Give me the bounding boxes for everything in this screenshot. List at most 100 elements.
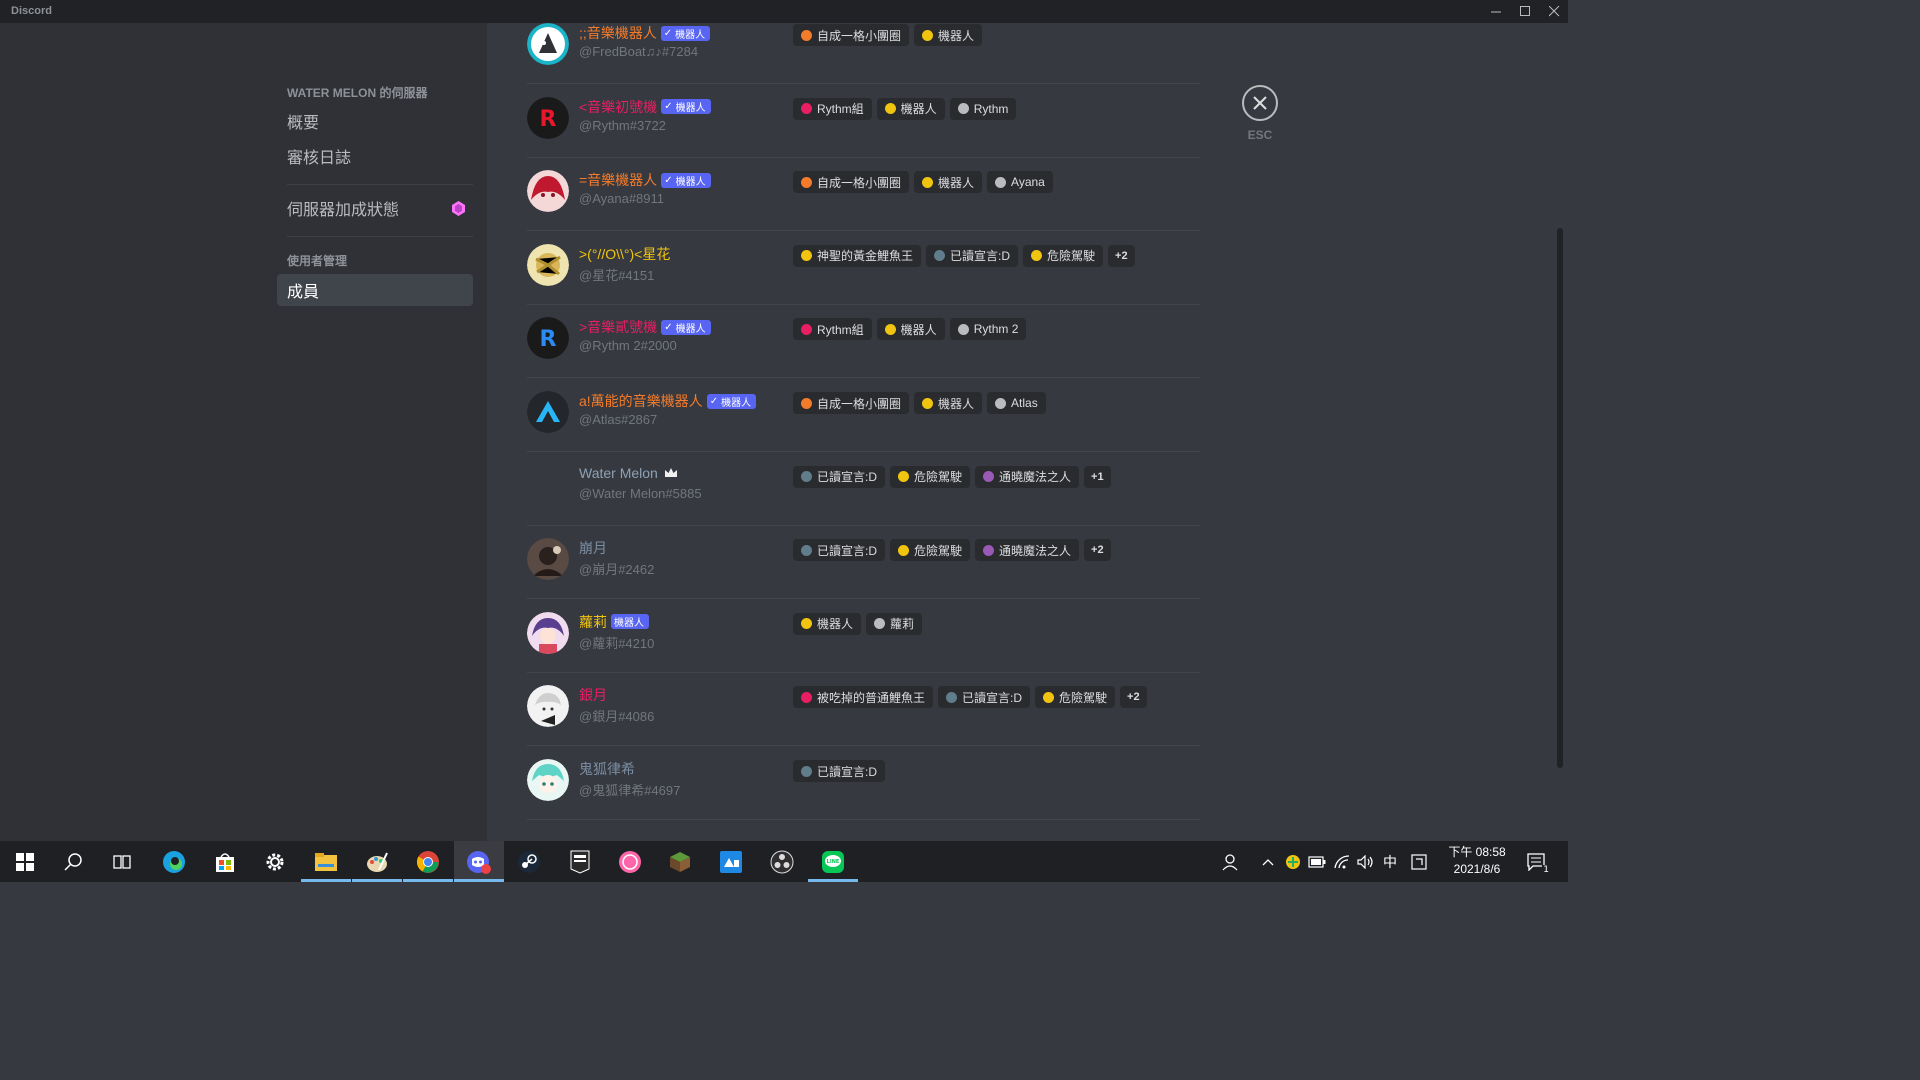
ime-indicator[interactable]: 中: [1379, 841, 1401, 882]
role-color-dot[interactable]: [922, 176, 934, 188]
member-display-name[interactable]: >(°//O\\°)<星花: [579, 244, 670, 264]
avatar[interactable]: [527, 759, 569, 801]
member-row[interactable]: 銀月 @銀月#4086 被吃掉的普通鯉魚王 已讀宣言:D 危險駕駛 +2: [527, 673, 1200, 747]
role-color-dot[interactable]: [801, 29, 812, 41]
role-pill[interactable]: Rythm組: [793, 97, 872, 120]
member-row[interactable]: R <音樂初號機 ✓ 機器人 @Rythm#3722 Rythm組 機器人 Rythm: [527, 85, 1200, 158]
role-color-dot[interactable]: [983, 544, 995, 556]
role-color-dot[interactable]: [801, 323, 812, 335]
member-row[interactable]: =音樂機器人 ✓ 機器人 @Ayana#8911 自成一格小團圈 機器人 Ayana: [527, 158, 1200, 232]
member-display-name[interactable]: 崩月: [579, 538, 607, 558]
role-pill[interactable]: 危險駕駛: [890, 465, 971, 488]
avatar[interactable]: [527, 611, 569, 654]
role-pill[interactable]: Rythm組: [793, 318, 872, 341]
close-settings-button[interactable]: [1242, 85, 1278, 121]
line-button[interactable]: LINE: [808, 841, 858, 882]
taskbar-clock[interactable]: 下午 08:58 2021/8/6: [1440, 844, 1514, 878]
avatar[interactable]: [527, 170, 569, 213]
taskbar-search-button[interactable]: [48, 841, 98, 882]
more-roles-button[interactable]: +2: [1084, 539, 1111, 562]
edge-button[interactable]: [149, 841, 199, 882]
member-row[interactable]: Water Melon @Water Melon#5885 已讀宣言:D 危險駕駛 通曉…: [527, 453, 1200, 526]
member-display-name[interactable]: 銀月: [579, 685, 607, 705]
role-color-dot[interactable]: [995, 176, 1007, 188]
sidebar-item-audit-log[interactable]: 審核日誌: [277, 140, 473, 172]
role-pill[interactable]: 自成一格小團圈: [793, 24, 910, 46]
sidebar-item-overview[interactable]: 概要: [277, 105, 473, 137]
role-color-dot[interactable]: [801, 471, 812, 483]
role-color-dot[interactable]: [898, 544, 910, 556]
role-color-dot[interactable]: [922, 29, 934, 41]
role-pill[interactable]: 自成一格小團圈: [793, 392, 910, 414]
role-pill[interactable]: 已讀宣言:D: [793, 760, 886, 782]
role-color-dot[interactable]: [957, 323, 969, 335]
member-display-name[interactable]: ;;音樂機器人: [579, 23, 657, 43]
ime-mode-button[interactable]: [1407, 841, 1431, 882]
role-pill[interactable]: Rythm: [949, 97, 1017, 120]
role-pill[interactable]: 危險駕駛: [1023, 244, 1104, 267]
avatar[interactable]: R: [527, 96, 569, 139]
task-view-button[interactable]: [97, 841, 147, 882]
close-window-button[interactable]: [1540, 0, 1568, 23]
notification-center-button[interactable]: 1: [1522, 841, 1552, 882]
role-pill[interactable]: Atlas: [987, 392, 1046, 414]
obs-button[interactable]: [757, 841, 807, 882]
sidebar-item-members[interactable]: 成員: [277, 274, 473, 306]
role-color-dot[interactable]: [884, 103, 896, 115]
steam-button[interactable]: [504, 841, 554, 882]
discord-button[interactable]: [454, 841, 504, 882]
wifi-button[interactable]: [1331, 841, 1353, 882]
people-button[interactable]: [1218, 841, 1244, 882]
tray-app-button[interactable]: [1282, 841, 1304, 882]
role-pill[interactable]: 已讀宣言:D: [793, 465, 886, 488]
role-pill[interactable]: 機器人: [876, 318, 945, 341]
role-pill[interactable]: 神聖的黃金鯉魚王: [793, 244, 922, 267]
role-pill[interactable]: 已讀宣言:D: [793, 539, 886, 562]
role-pill[interactable]: Rythm 2: [949, 318, 1027, 341]
role-color-dot[interactable]: [1043, 691, 1055, 703]
role-color-dot[interactable]: [884, 323, 896, 335]
role-color-dot[interactable]: [983, 471, 995, 483]
role-pill[interactable]: 被吃掉的普通鯉魚王: [793, 686, 934, 709]
minimize-button[interactable]: [1482, 0, 1510, 23]
avatar[interactable]: [527, 464, 569, 507]
role-color-dot[interactable]: [934, 250, 946, 262]
osu-button[interactable]: [605, 841, 655, 882]
role-color-dot[interactable]: [801, 691, 812, 703]
scrollbar[interactable]: [1557, 228, 1563, 768]
maximize-button[interactable]: [1511, 0, 1539, 23]
avatar[interactable]: [527, 685, 569, 728]
member-row[interactable]: 鬼狐律希 @鬼狐律希#4697 已讀宣言:D: [527, 747, 1200, 820]
member-display-name[interactable]: 鬼狐律希: [579, 759, 635, 779]
epic-games-button[interactable]: [555, 841, 605, 882]
role-pill[interactable]: 危險駕駛: [1035, 686, 1116, 709]
member-display-name[interactable]: =音樂機器人: [579, 170, 657, 190]
role-pill[interactable]: 已讀宣言:D: [938, 686, 1031, 709]
sidebar-item-server-boost[interactable]: 伺服器加成狀態: [277, 192, 473, 224]
role-pill[interactable]: 危險駕駛: [890, 539, 971, 562]
member-row[interactable]: a!萬能的音樂機器人 ✓ 機器人 @Atlas#2867 自成一格小團圈 機器人 Atlas: [527, 379, 1200, 452]
volume-button[interactable]: [1355, 841, 1377, 882]
tray-overflow-button[interactable]: [1258, 841, 1278, 882]
more-roles-button[interactable]: +2: [1108, 244, 1135, 267]
store-button[interactable]: [200, 841, 250, 882]
capture-button[interactable]: [706, 841, 756, 882]
role-pill[interactable]: 機器人: [876, 97, 945, 120]
avatar[interactable]: [527, 23, 569, 65]
member-display-name[interactable]: <音樂初號機: [579, 97, 657, 117]
role-color-dot[interactable]: [922, 397, 934, 409]
role-color-dot[interactable]: [957, 103, 969, 115]
member-display-name[interactable]: a!萬能的音樂機器人: [579, 391, 703, 411]
member-row[interactable]: 崩月 @崩月#2462 已讀宣言:D 危險駕駛 通曉魔法之人 +2: [527, 526, 1200, 600]
settings-button[interactable]: [250, 841, 300, 882]
member-row[interactable]: 蘿莉 機器人 @蘿莉#4210 機器人 蘿莉: [527, 600, 1200, 673]
role-pill[interactable]: 自成一格小團圈: [793, 171, 910, 194]
chrome-button[interactable]: [403, 841, 453, 882]
avatar[interactable]: [527, 538, 569, 581]
role-pill[interactable]: 機器人: [914, 392, 983, 414]
member-display-name[interactable]: >音樂貳號機: [579, 317, 657, 337]
battery-button[interactable]: [1306, 841, 1328, 882]
avatar[interactable]: R: [527, 317, 569, 360]
role-pill[interactable]: 蘿莉: [866, 612, 923, 635]
role-color-dot[interactable]: [874, 618, 886, 630]
